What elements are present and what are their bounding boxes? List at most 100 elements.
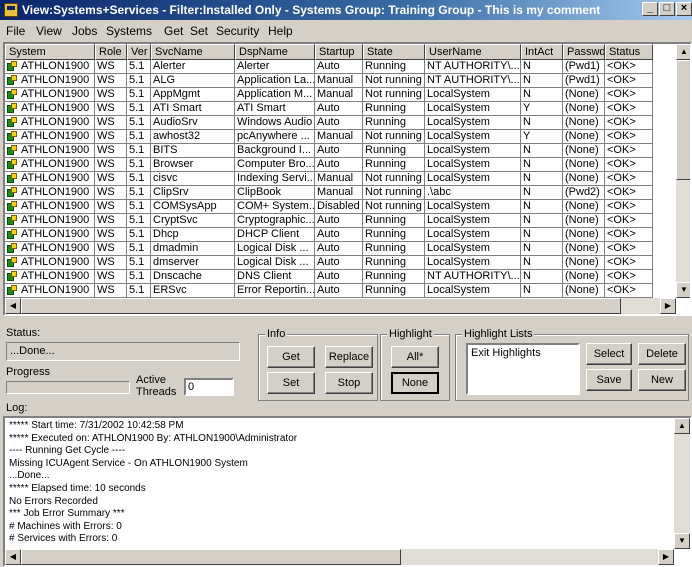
column-header-state[interactable]: State [363,44,425,60]
vertical-scroll-thumb[interactable] [676,60,690,180]
column-header-svc-name[interactable]: SvcName [151,44,235,60]
active-threads-value: 0 [188,381,195,393]
cell-system: ATHLON1900 [5,144,95,158]
cell-svc-name: ERSvc [151,284,235,298]
column-header-user-name[interactable]: UserName [425,44,521,60]
service-icon [7,243,18,254]
cell-passwd: (None) [563,200,605,214]
maximize-icon[interactable]: □ [659,2,675,16]
menu-file[interactable]: File [6,24,25,38]
cell-svc-name: CryptSvc [151,214,235,228]
column-header-dsp-name[interactable]: DspName [235,44,315,60]
log-scroll-right-icon[interactable]: ▶ [658,549,674,565]
cell-state: Not running [363,88,425,102]
grid-horizontal-scrollbar[interactable]: ◀ ▶ [5,298,676,314]
cell-system: ATHLON1900 [5,186,95,200]
cell-user-name: .\abc [425,186,521,200]
menu-jobs[interactable]: Jobs [72,24,97,38]
minimize-icon[interactable]: _ [642,2,658,16]
horizontal-scroll-thumb[interactable] [21,298,621,314]
cell-svc-name: Browser [151,158,235,172]
column-header-system[interactable]: System [5,44,95,60]
save-button[interactable]: Save [586,369,632,391]
stop-button[interactable]: Stop [325,372,373,394]
grid-vertical-scrollbar[interactable]: ▲ ▼ [676,44,690,298]
cell-status: <OK> [605,102,653,116]
cell-role: WS [95,228,127,242]
menu-help[interactable]: Help [268,24,293,38]
set-button[interactable]: Set [267,372,315,394]
cell-startup: Auto [315,144,363,158]
cell-dsp-name: Application M... [235,88,315,102]
system-name: ATHLON1900 [21,102,90,114]
cell-user-name: LocalSystem [425,284,521,298]
column-header-role[interactable]: Role [95,44,127,60]
cell-state: Not running [363,172,425,186]
highlight-none-button[interactable]: None [391,372,439,394]
close-icon[interactable]: × [676,2,692,16]
cell-passwd: (None) [563,88,605,102]
system-name: ATHLON1900 [21,214,90,226]
menu-security[interactable]: Security [216,24,259,38]
system-name: ATHLON1900 [21,144,90,156]
cell-passwd: (Pwd1) [563,60,605,74]
cell-dsp-name: ATI Smart [235,102,315,116]
highlight-lists-group: Highlight Lists Exit Highlights Select D… [455,328,689,401]
log-horizontal-scroll-thumb[interactable] [21,549,401,565]
column-header-int-act[interactable]: IntAct [521,44,563,60]
cell-startup: Auto [315,116,363,130]
log-horizontal-scrollbar[interactable]: ◀ ▶ [5,549,674,565]
cell-system: ATHLON1900 [5,172,95,186]
services-grid[interactable]: System Role Ver SvcName DspName Startup State U… [3,42,692,316]
highlight-list-box[interactable]: Exit Highlights [466,343,580,395]
service-icon [7,215,18,226]
cell-ver: 5.1 [127,270,151,284]
column-header-ver[interactable]: Ver [127,44,151,60]
cell-passwd: (Pwd2) [563,186,605,200]
cell-int-act: N [521,88,563,102]
highlight-group: Highlight All* None [380,328,450,401]
cell-state: Running [363,270,425,284]
cell-int-act: N [521,172,563,186]
cell-state: Not running [363,74,425,88]
cell-ver: 5.1 [127,172,151,186]
menu-systems[interactable]: Systems [106,24,152,38]
cell-role: WS [95,74,127,88]
new-button[interactable]: New [638,369,686,391]
column-header-status[interactable]: Status [605,44,653,60]
menu-get[interactable]: Get [164,24,183,38]
cell-passwd: (None) [563,242,605,256]
highlight-group-title: Highlight [387,328,434,340]
column-header-passwd[interactable]: Passwd [563,44,605,60]
menu-set[interactable]: Set [190,24,208,38]
cell-passwd: (None) [563,116,605,130]
get-button[interactable]: Get [267,346,315,368]
log-scroll-left-icon[interactable]: ◀ [5,549,21,565]
log-scroll-down-icon[interactable]: ▼ [674,533,690,549]
cell-ver: 5.1 [127,102,151,116]
cell-ver: 5.1 [127,186,151,200]
menu-bar: File View Jobs Systems Get Set Security … [0,20,692,40]
menu-view[interactable]: View [36,24,62,38]
scroll-down-icon[interactable]: ▼ [676,282,690,298]
highlight-list-item[interactable]: Exit Highlights [471,346,575,360]
highlight-all-button[interactable]: All* [391,346,439,368]
log-vertical-scrollbar[interactable]: ▲ ▼ [674,418,690,549]
status-field: ...Done... [6,342,240,361]
scroll-right-icon[interactable]: ▶ [660,298,676,314]
scroll-up-icon[interactable]: ▲ [676,44,690,60]
title-bar[interactable]: View:Systems+Services - Filter:Installed… [0,0,692,20]
select-button[interactable]: Select [586,343,632,365]
scroll-left-icon[interactable]: ◀ [5,298,21,314]
cell-startup: Auto [315,214,363,228]
log-scroll-up-icon[interactable]: ▲ [674,418,690,434]
column-header-startup[interactable]: Startup [315,44,363,60]
replace-button[interactable]: Replace [325,346,373,368]
log-panel[interactable]: ***** Start time: 7/31/2002 10:42:58 PM *… [3,416,692,567]
window-controls: _ □ × [641,2,692,18]
service-icon [7,131,18,142]
app-icon[interactable] [4,3,18,17]
cell-status: <OK> [605,74,653,88]
delete-button[interactable]: Delete [638,343,686,365]
cell-dsp-name: ClipBook [235,186,315,200]
